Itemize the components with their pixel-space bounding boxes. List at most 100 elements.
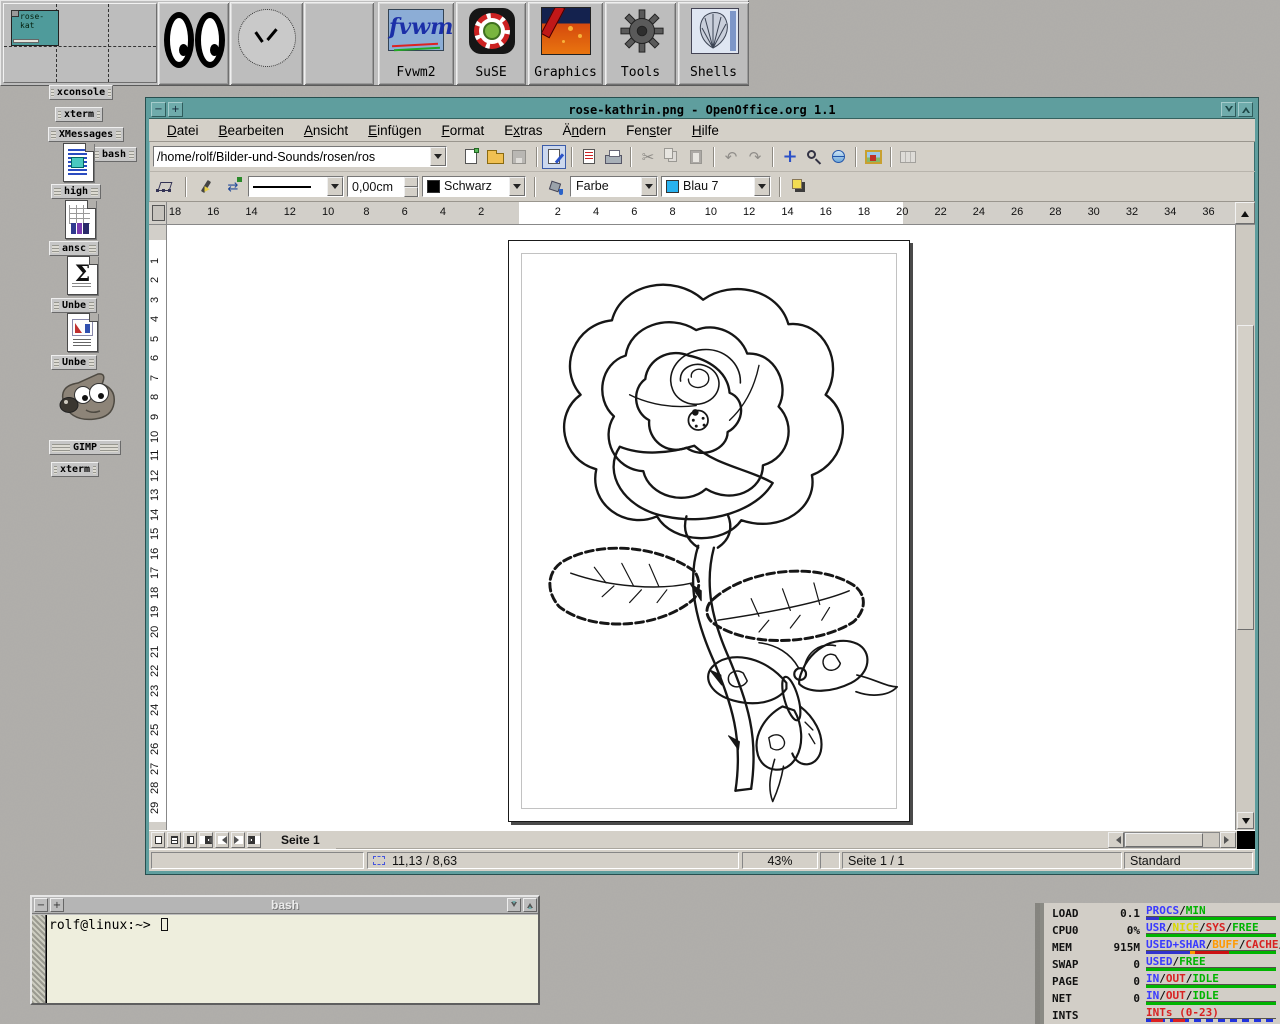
iconified-window-unbe[interactable]: Unbe xyxy=(51,298,97,313)
menu-item-hilfe[interactable]: Hilfe xyxy=(682,123,729,138)
line-color-select[interactable]: Schwarz xyxy=(422,176,526,197)
toolbar-separator xyxy=(772,147,773,167)
open-icon[interactable] xyxy=(483,145,507,169)
scroll-left-button[interactable] xyxy=(1108,832,1124,848)
prev-page-button[interactable] xyxy=(215,832,229,848)
line-button[interactable] xyxy=(194,175,218,199)
maximize-icon[interactable] xyxy=(1238,102,1253,117)
fvwm-pager[interactable]: rose-kat xyxy=(3,3,157,83)
page-view-button[interactable] xyxy=(151,832,165,848)
arrow-style-button[interactable] xyxy=(221,175,245,199)
url-dropdown-icon[interactable] xyxy=(430,147,446,166)
iconified-window-bash[interactable]: bash xyxy=(91,147,137,162)
fvwm2-launcher[interactable]: fvwm Fvwm2 xyxy=(378,2,454,85)
fill-color-dropdown-icon[interactable] xyxy=(754,177,770,196)
meter-bar xyxy=(1146,967,1276,971)
blank-button[interactable] xyxy=(304,2,374,85)
hyperlink-icon[interactable] xyxy=(826,145,850,169)
horizontal-scrollbar-thumb[interactable] xyxy=(1125,833,1203,847)
fill-type-select[interactable]: Farbe xyxy=(570,176,658,197)
minimize-icon[interactable]: − xyxy=(34,898,48,912)
iconified-window-xconsole[interactable]: xconsole xyxy=(49,85,113,100)
rose-drawing[interactable] xyxy=(512,244,906,818)
zoom-icon[interactable] xyxy=(802,145,826,169)
editfile-icon[interactable] xyxy=(542,145,566,169)
vertical-ruler[interactable]: 1234567891011121314151617181920212223242… xyxy=(149,225,167,830)
vertical-scrollbar[interactable] xyxy=(1235,225,1255,830)
menu-item-ändern[interactable]: Ändern xyxy=(553,123,617,138)
url-input[interactable] xyxy=(154,147,430,166)
terminal-titlebar[interactable]: − + bash xyxy=(32,897,538,914)
gimp-window-icon[interactable] xyxy=(56,372,118,431)
document-page[interactable] xyxy=(508,240,910,822)
tools-launcher[interactable]: Tools xyxy=(605,2,676,85)
fill-type-dropdown-icon[interactable] xyxy=(641,177,657,196)
spin-down-icon[interactable] xyxy=(404,187,418,197)
window-titlebar[interactable]: − + rose-kathrin.png - OpenOffice.org 1.… xyxy=(149,101,1255,119)
graphics-launcher[interactable]: Graphics xyxy=(528,2,603,85)
iconified-window-xterm[interactable]: xterm xyxy=(55,107,103,122)
terminal-title: bash xyxy=(271,898,299,912)
scroll-up-button[interactable] xyxy=(1235,202,1255,224)
horizontal-scrollbar-track[interactable] xyxy=(1124,832,1220,848)
tab-seite-1[interactable]: Seite 1 xyxy=(265,831,336,849)
gallery-icon[interactable] xyxy=(861,145,885,169)
menu-item-einfügen[interactable]: Einfügen xyxy=(358,123,431,138)
restore-icon[interactable]: + xyxy=(168,102,183,117)
vertical-scrollbar-thumb[interactable] xyxy=(1237,325,1254,630)
scroll-down-button[interactable] xyxy=(1237,812,1254,829)
menu-item-ansicht[interactable]: Ansicht xyxy=(294,123,358,138)
shells-launcher[interactable]: Shells xyxy=(678,2,749,85)
status-style-field[interactable]: Standard xyxy=(1124,852,1253,869)
iconify-icon[interactable] xyxy=(507,898,521,912)
iconified-window-xmessages[interactable]: XMessages xyxy=(48,127,124,142)
last-page-button[interactable] xyxy=(247,832,261,848)
xosview-monitor: LOAD0.1PROCS/MINCPU00%USR/NICE/SYS/FREEM… xyxy=(1040,903,1280,1024)
menu-item-bearbeiten[interactable]: Bearbeiten xyxy=(209,123,294,138)
area-style-button[interactable] xyxy=(543,175,567,199)
print-icon[interactable] xyxy=(601,145,625,169)
terminal-body[interactable]: rolf@linux:~> xyxy=(32,915,538,1003)
line-style-select[interactable] xyxy=(248,176,344,197)
horizontal-scrollbar[interactable] xyxy=(1108,831,1255,849)
line-width-stepper[interactable]: 0,00cm xyxy=(347,176,419,197)
minimize-icon[interactable]: − xyxy=(151,102,166,117)
iconified-window-high[interactable]: high xyxy=(51,184,101,199)
horizontal-ruler[interactable]: 1816141210864224681012141618202224262830… xyxy=(167,202,1235,224)
pager-mini-window[interactable]: rose-kat xyxy=(11,10,59,46)
line-color-dropdown-icon[interactable] xyxy=(509,177,525,196)
menu-item-format[interactable]: Format xyxy=(431,123,494,138)
edit-points-button[interactable] xyxy=(153,175,177,199)
terminal-scrollbar[interactable] xyxy=(32,915,46,1003)
scroll-right-button[interactable] xyxy=(1220,832,1236,848)
cursor-position: 11,13 / 8,63 xyxy=(392,854,457,868)
drawing-canvas[interactable] xyxy=(167,225,1235,830)
iconify-icon[interactable] xyxy=(1221,102,1236,117)
terminal-text[interactable]: rolf@linux:~> xyxy=(46,915,538,1003)
shadow-button[interactable] xyxy=(788,175,812,199)
iconified-window-ansc[interactable]: ansc xyxy=(49,241,99,256)
pdf-icon[interactable] xyxy=(577,145,601,169)
iconified-window-xterm[interactable]: xterm xyxy=(51,462,99,477)
master-view-button[interactable] xyxy=(167,832,181,848)
restore-icon[interactable]: + xyxy=(50,898,64,912)
menu-item-datei[interactable]: Datei xyxy=(157,123,209,138)
menu-item-fenster[interactable]: Fenster xyxy=(616,123,682,138)
suse-launcher[interactable]: SuSE xyxy=(456,2,526,85)
fill-color-select[interactable]: Blau 7 xyxy=(661,176,771,197)
next-page-button[interactable] xyxy=(231,832,245,848)
iconified-window-unbe[interactable]: Unbe xyxy=(51,355,97,370)
status-zoom-field[interactable]: 43% xyxy=(742,852,818,869)
navigator-icon[interactable] xyxy=(778,145,802,169)
spin-up-icon[interactable] xyxy=(404,177,418,187)
first-page-button[interactable] xyxy=(199,832,213,848)
xeyes-button[interactable] xyxy=(158,2,229,85)
maximize-icon[interactable] xyxy=(523,898,537,912)
line-style-dropdown-icon[interactable] xyxy=(327,177,343,196)
layer-view-button[interactable] xyxy=(183,832,197,848)
menu-item-extras[interactable]: Extras xyxy=(494,123,552,138)
iconified-window-gimp[interactable]: GIMP xyxy=(49,440,121,455)
url-combobox[interactable] xyxy=(153,146,447,167)
new-icon[interactable] xyxy=(459,145,483,169)
xclock-button[interactable] xyxy=(230,2,303,85)
